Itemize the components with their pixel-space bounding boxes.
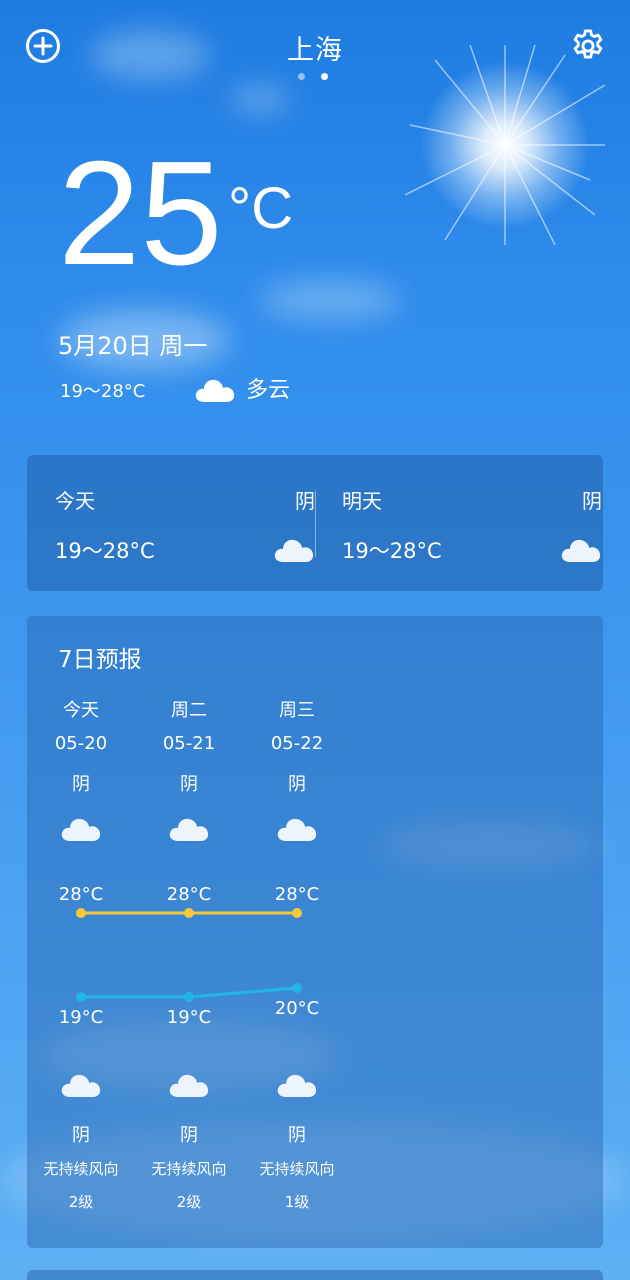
tomorrow-condition: 阴 [582,489,602,513]
forecast-night-condition: 阴 [72,1125,90,1146]
forecast-day-label: 今天 [63,700,99,721]
seven-day-forecast-card: 7日预报 今天 05-20 阴 28°C 19°C 阴无持续风向 2级 周二 05-21 阴 28°… [27,616,603,1248]
cloud-icon [61,1074,101,1097]
forecast-day-label: 周三 [279,700,315,721]
forecast-day-condition: 阴 [180,774,198,795]
forecast-high-temp: 28°C [58,884,104,905]
tomorrow-range: 19～28°C [342,539,442,563]
tomorrow-summary[interactable]: 明天 阴 19～28°C [342,455,602,591]
forecast-day[interactable]: 周三 05-22 阴 28°C 20°C 阴无持续风向 1级 [247,616,347,1248]
forecast-wind-level: 1级 [284,1193,310,1211]
divider [315,491,316,557]
cloud-icon [169,818,209,841]
forecast-night-condition: 阴 [180,1125,198,1146]
forecast-low-temp: 19°C [58,1007,104,1028]
current-range: 19～28°C [60,381,146,402]
page-dot-active [321,73,328,80]
forecast-date: 05-21 [162,733,216,754]
current-temperature: 25 [58,131,223,296]
city-name[interactable]: 上海 [0,28,630,67]
cloud-icon [561,539,601,562]
forecast-wind-level: 2级 [176,1193,202,1211]
forecast-wind-direction: 无持续风向 [259,1160,335,1178]
forecast-date: 05-20 [54,733,108,754]
sky-cloud [260,280,400,320]
tomorrow-label: 明天 [342,489,382,513]
sun [420,60,590,230]
today-condition: 阴 [295,489,315,513]
forecast-wind-direction: 无持续风向 [43,1160,119,1178]
weather-app: 上海 25 °C 5月20日 周一 19～28°C 多云 今天 阴 19～28°… [0,0,630,1280]
forecast-day-condition: 阴 [72,774,90,795]
cloud-icon [274,539,314,562]
today-summary[interactable]: 今天 阴 19～28°C [55,455,315,591]
next-card [27,1270,603,1280]
forecast-day[interactable]: 周二 05-21 阴 28°C 19°C 阴无持续风向 2级 [139,616,239,1248]
current-date: 5月20日 周一 [58,332,208,360]
forecast-wind-direction: 无持续风向 [151,1160,227,1178]
current-condition: 多云 [194,372,290,404]
temperature-unit: °C [228,176,294,241]
forecast-night-condition: 阴 [288,1125,306,1146]
forecast-wind-level: 2级 [68,1193,94,1211]
forecast-low-temp: 20°C [274,998,320,1019]
today-range: 19～28°C [55,539,155,563]
forecast-date: 05-22 [270,733,324,754]
today-tomorrow-card: 今天 阴 19～28°C 明天 阴 19～28°C [27,455,603,591]
cloud-icon [277,818,317,841]
page-indicator [298,73,328,80]
forecast-day-condition: 阴 [288,774,306,795]
cloud-icon [169,1074,209,1097]
current-condition-text: 多云 [246,378,291,403]
cloud-icon [195,379,235,402]
cloud-icon [277,1074,317,1097]
settings-button[interactable] [568,26,608,66]
cloud-icon [61,818,101,841]
forecast-day-label: 周二 [171,700,207,721]
sky-cloud [230,85,290,113]
page-dot [298,73,305,80]
forecast-high-temp: 28°C [166,884,212,905]
forecast-low-temp: 19°C [166,1007,212,1028]
forecast-day[interactable]: 今天 05-20 阴 28°C 19°C 阴无持续风向 2级 [31,616,131,1248]
gear-icon [573,29,603,59]
forecast-high-temp: 28°C [274,884,320,905]
today-label: 今天 [55,489,95,513]
